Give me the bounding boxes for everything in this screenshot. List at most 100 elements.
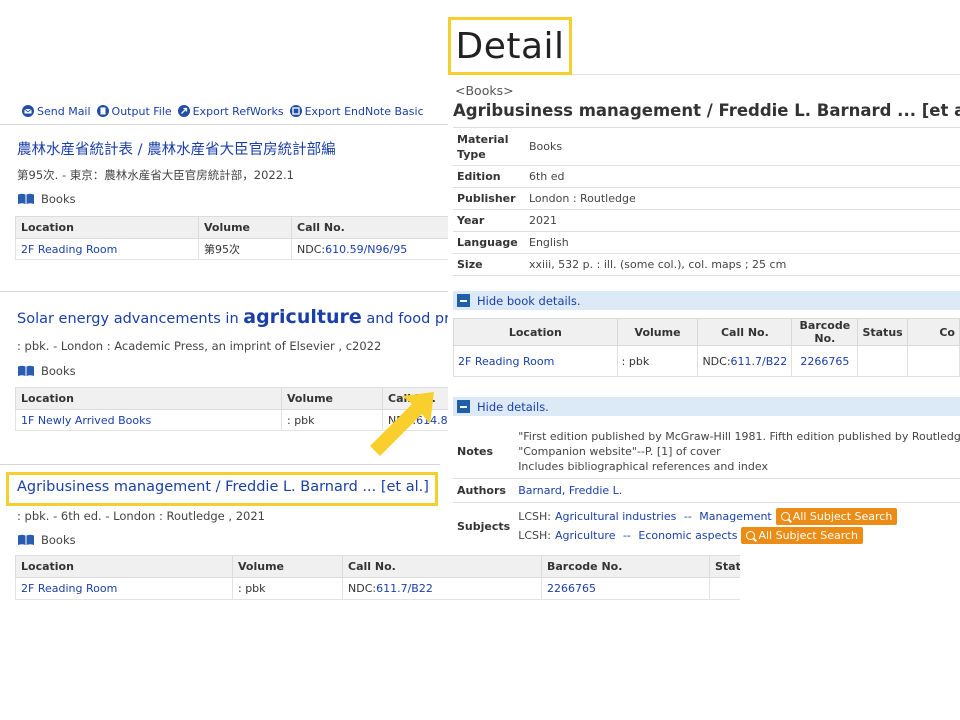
subject-subterm-link[interactable]: Economic aspects xyxy=(638,528,737,543)
bibliographic-table: Material Type Books Edition 6th ed Publish… xyxy=(453,127,960,276)
callno-cell: NDC:610.59/N96/95 xyxy=(291,238,450,260)
field-value: London : Routledge xyxy=(525,187,960,210)
holdings-table: Location Volume Call No. Barcode No. Sta… xyxy=(15,555,740,600)
field-label: Material Type xyxy=(453,127,525,166)
field-row: Year 2021 xyxy=(453,209,960,232)
notes-value: "First edition published by McGraw-Hill … xyxy=(514,425,960,479)
book-icon xyxy=(18,534,34,545)
note-line: "Companion website"--P. [1] of cover xyxy=(518,445,721,458)
detail-holdings-table: Location Volume Call No. Barcode No. Sta… xyxy=(453,318,960,377)
authors-label: Authors xyxy=(453,478,515,503)
note-line: Includes bibliographical references and … xyxy=(518,460,768,473)
status-cell xyxy=(857,345,908,377)
result-title-link[interactable]: 農林水産省統計表 / 農林水産省大臣官房統計部編 xyxy=(17,138,336,159)
result-material-type: Books xyxy=(17,533,76,547)
barcode-link[interactable]: 2266765 xyxy=(547,582,596,595)
result-material-type: Books xyxy=(17,364,76,378)
column-header: Location xyxy=(15,555,233,578)
location-link[interactable]: 2F Reading Room xyxy=(21,243,117,256)
mail-icon xyxy=(22,105,34,117)
divider xyxy=(0,464,440,465)
author-link[interactable]: Barnard, Freddie L. xyxy=(518,484,622,497)
material-type-label: Books xyxy=(41,533,76,547)
column-header: Barcode No. xyxy=(791,318,859,346)
field-row: Publisher London : Routledge xyxy=(453,187,960,210)
subject-prefix: LCSH: xyxy=(518,510,551,523)
divider xyxy=(0,291,450,292)
result-meta: : pbk. - 6th ed. - London : Routledge , … xyxy=(17,509,265,523)
column-header: Location xyxy=(15,387,282,410)
field-label: Size xyxy=(453,253,525,276)
column-header: Co xyxy=(906,318,960,346)
collapse-icon xyxy=(457,294,470,307)
authors-row: Authors Barnard, Freddie L. xyxy=(453,478,960,503)
column-header: Location xyxy=(15,216,199,239)
field-row: Edition 6th ed xyxy=(453,165,960,188)
note-line: "First edition published by McGraw-Hill … xyxy=(518,430,960,443)
holdings-table: Location Volume Call No. 2F Reading Room… xyxy=(15,216,450,260)
status-cell xyxy=(709,577,740,600)
table-row: 2F Reading Room : pbk NDC:611.7/B22 2266… xyxy=(453,345,960,377)
volume-cell: : pbk xyxy=(232,577,343,600)
export-endnote-button[interactable]: Export EndNote Basic xyxy=(289,102,424,120)
callno-prefix: NDC: xyxy=(348,582,377,595)
subject-term-link[interactable]: Agricultural industries xyxy=(555,509,676,524)
category-label: <Books> xyxy=(455,83,514,98)
barcode-link[interactable]: 2266765 xyxy=(800,355,849,368)
location-link[interactable]: 2F Reading Room xyxy=(21,582,117,595)
detail-title: Agribusiness management / Freddie L. Bar… xyxy=(453,101,960,120)
subjects-row: Subjects LCSH: Agricultural industries --… xyxy=(453,502,960,544)
callno-prefix: NDC: xyxy=(297,242,326,256)
subject-subterm-link[interactable]: Management xyxy=(699,509,771,524)
all-subject-search-label: All Subject Search xyxy=(792,510,893,523)
export-refworks-button[interactable]: Export RefWorks xyxy=(177,102,284,120)
column-header: Call No. xyxy=(342,555,542,578)
callno-link[interactable]: 611.7/B22 xyxy=(731,355,788,368)
field-row: Language English xyxy=(453,231,960,254)
export-icon xyxy=(289,105,302,117)
all-subject-search-button[interactable]: All Subject Search xyxy=(741,527,864,544)
field-label: Year xyxy=(453,209,525,232)
notes-label: Notes xyxy=(453,425,515,479)
file-icon xyxy=(96,105,109,117)
volume-cell: 第95次 xyxy=(198,238,292,260)
table-row: 2F Reading Room 第95次 NDC:610.59/N96/95 xyxy=(15,238,450,260)
callno-link[interactable]: 611.7/B22 xyxy=(376,582,433,595)
output-file-button[interactable]: Output File xyxy=(96,102,172,120)
subject-item: LCSH: Agriculture -- Economic aspects All… xyxy=(518,526,960,544)
location-link[interactable]: 2F Reading Room xyxy=(458,355,554,368)
hide-book-details-toggle[interactable]: Hide book details. xyxy=(453,291,960,310)
field-value: Books xyxy=(525,127,960,166)
subject-item: LCSH: Agricultural industries -- Manageme… xyxy=(518,507,960,526)
divider xyxy=(0,124,450,125)
detail-panel: <Books> Agribusiness management / Freddi… xyxy=(448,74,960,544)
result-title-link[interactable]: Solar energy advancements in agriculture… xyxy=(17,306,450,328)
column-header: Status xyxy=(857,318,908,346)
export-refworks-label: Export RefWorks xyxy=(192,104,284,118)
all-subject-search-button[interactable]: All Subject Search xyxy=(775,508,898,525)
hide-book-details-label: Hide book details. xyxy=(477,293,581,308)
send-mail-label: Send Mail xyxy=(37,104,91,118)
callno-link[interactable]: 610.59/N96/95 xyxy=(325,243,407,256)
send-mail-button[interactable]: Send Mail xyxy=(22,102,91,120)
notes-row: Notes "First edition published by McGraw… xyxy=(453,425,960,479)
hide-details-toggle[interactable]: Hide details. xyxy=(453,397,960,416)
export-icon xyxy=(177,105,190,117)
table-header-row: Location Volume Call No. xyxy=(15,216,450,239)
extra-cell xyxy=(906,345,960,377)
column-header: Barcode No. xyxy=(541,555,710,578)
callno-cell: NDC:611.7/B22 xyxy=(697,345,793,377)
field-value: English xyxy=(525,231,960,254)
field-row: Material Type Books xyxy=(453,127,960,166)
all-subject-search-label: All Subject Search xyxy=(758,529,859,542)
callno-prefix: NDC: xyxy=(702,354,731,368)
location-link[interactable]: 1F Newly Arrived Books xyxy=(21,414,151,427)
title-part: Solar energy advancements in xyxy=(17,311,244,327)
result-title-link[interactable]: Agribusiness management / Freddie L. Bar… xyxy=(17,479,429,495)
subject-term-link[interactable]: Agriculture xyxy=(555,528,616,543)
notes-table: Notes "First edition published by McGraw… xyxy=(453,425,960,544)
collapse-icon xyxy=(457,400,470,413)
subjects-value: LCSH: Agricultural industries -- Manageme… xyxy=(514,502,960,544)
holdings-table-wrap: Location Volume Call No. Barcode No. Sta… xyxy=(15,555,740,605)
book-icon xyxy=(18,193,34,204)
